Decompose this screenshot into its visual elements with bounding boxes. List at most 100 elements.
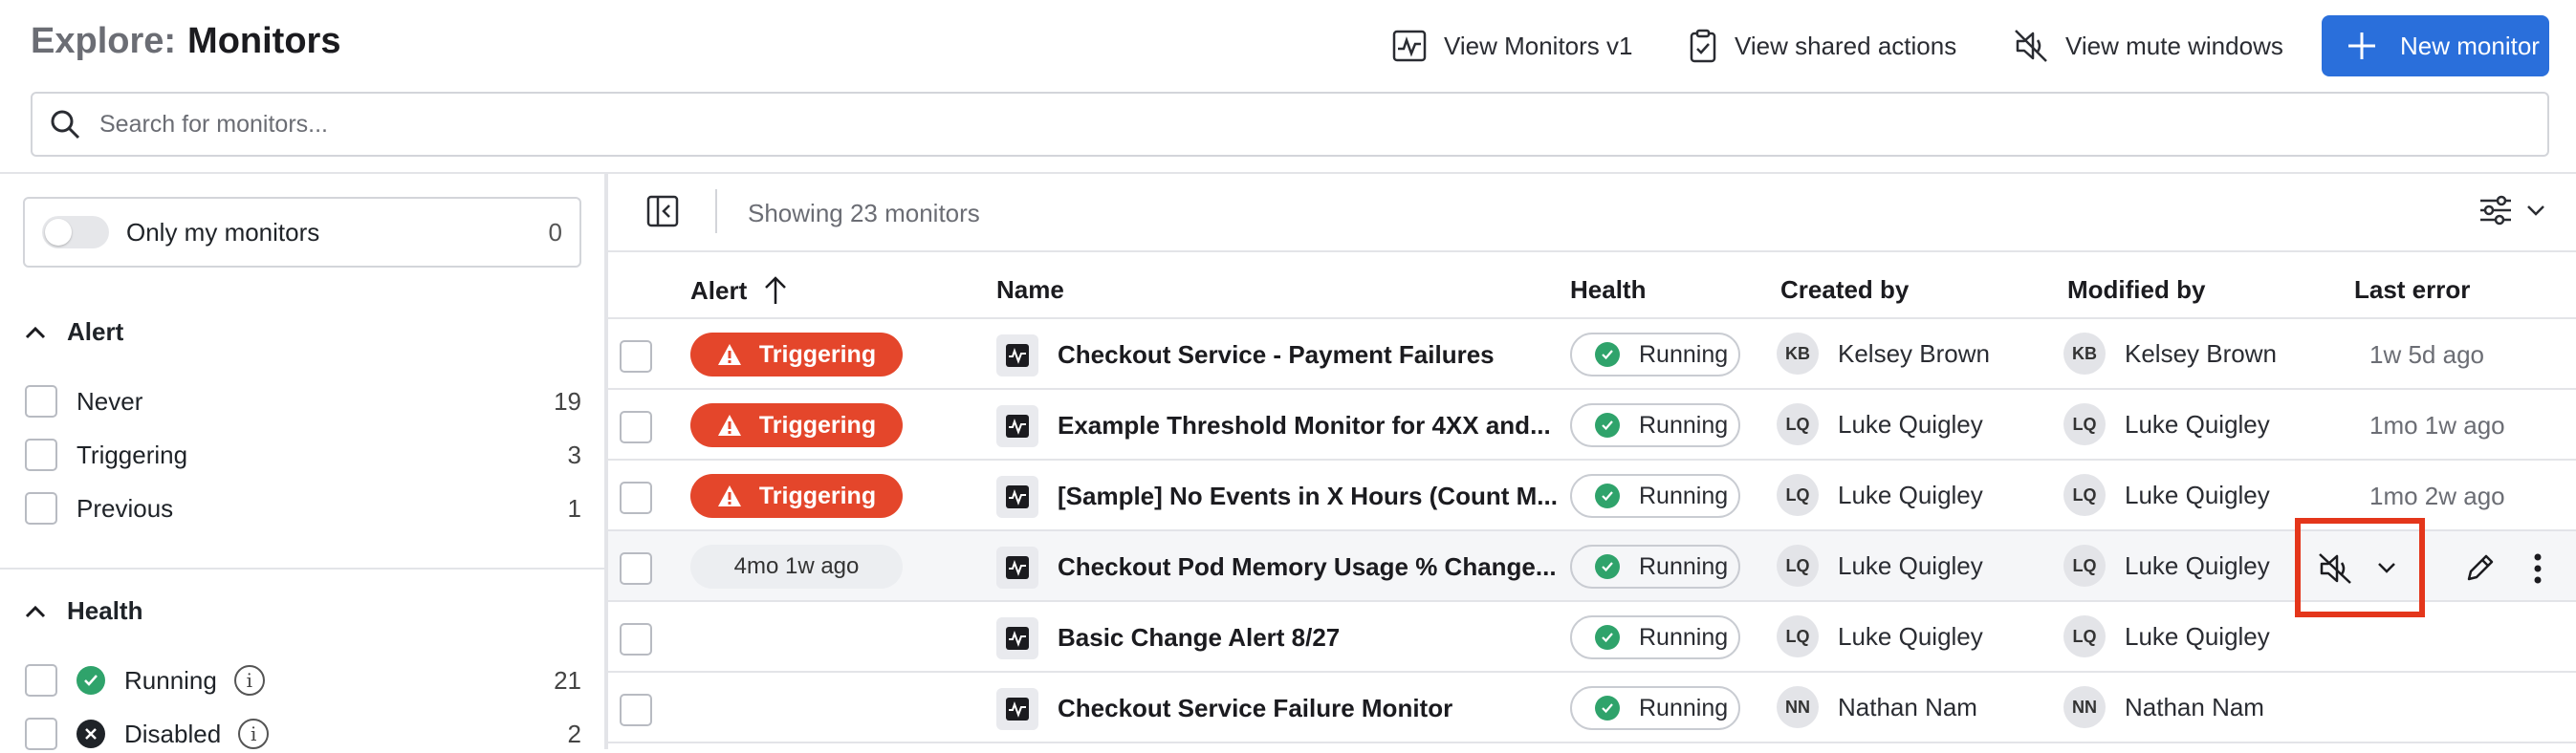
column-header-created-by[interactable]: Created by	[1780, 275, 1909, 305]
check-circle-icon	[1595, 554, 1620, 579]
view-mute-windows-button[interactable]: View mute windows	[2014, 25, 2283, 67]
chevron-down-icon[interactable]	[2377, 562, 2396, 573]
monitor-name-link[interactable]: Checkout Pod Memory Usage % Change...	[1058, 552, 1593, 582]
table-row[interactable]: Checkout Service Failure Monitor Running…	[608, 673, 2576, 743]
check-circle-icon	[1595, 342, 1620, 367]
monitor-name-link[interactable]: Checkout Service Failure Monitor	[1058, 694, 1593, 723]
avatar: LQ	[1777, 474, 1819, 516]
health-status-label: Running	[1639, 482, 1729, 509]
user-name: Luke Quigley	[1838, 409, 1983, 439]
user-name: Kelsey Brown	[2125, 338, 2277, 368]
column-header-label: Health	[1570, 275, 1647, 304]
alert-section-header[interactable]: Alert	[25, 317, 123, 347]
view-monitors-v1-button[interactable]: View Monitors v1	[1392, 25, 1633, 67]
monitor-name-link[interactable]: [Sample] No Events in X Hours (Count M..…	[1058, 482, 1593, 511]
user-name: Luke Quigley	[1838, 480, 1983, 509]
monitor-name-link[interactable]: Basic Change Alert 8/27	[1058, 623, 1593, 653]
column-header-last-error[interactable]: Last error	[2354, 275, 2470, 305]
page-title-prefix: Explore:	[31, 21, 177, 61]
info-icon[interactable]: i	[233, 665, 265, 696]
row-checkbox[interactable]	[620, 411, 652, 443]
checkbox[interactable]	[25, 385, 57, 418]
search-icon	[51, 110, 80, 140]
filter-alert-triggering[interactable]: Triggering 3	[25, 436, 581, 474]
alert-status-label: Triggering	[758, 482, 877, 509]
new-monitor-label: New monitor	[2400, 31, 2540, 60]
view-shared-actions-button[interactable]: View shared actions	[1689, 25, 1956, 67]
health-section-header[interactable]: Health	[25, 596, 142, 626]
filter-alert-previous[interactable]: Previous 1	[25, 489, 581, 527]
only-my-monitors-count: 0	[548, 217, 562, 247]
alert-status-label: Triggering	[758, 411, 877, 439]
monitors-table-panel: Showing 23 monitors Alert Name Health Cr…	[608, 174, 2576, 749]
created-by-user: LQ Luke Quigley	[1777, 615, 1983, 657]
filter-health-running[interactable]: Running i 21	[25, 661, 581, 699]
health-status-label: Running	[1639, 623, 1729, 651]
row-checkbox[interactable]	[620, 694, 652, 726]
checkbox[interactable]	[25, 664, 57, 697]
table-row[interactable]: Triggering [Sample] No Events in X Hours…	[608, 461, 2576, 531]
avatar: NN	[1777, 686, 1819, 728]
collapse-sidebar-icon[interactable]	[646, 195, 679, 227]
monitor-name-link[interactable]: Checkout Service - Payment Failures	[1058, 340, 1593, 370]
row-checkbox[interactable]	[620, 623, 652, 656]
table-row[interactable]: 4mo 1w ago Checkout Pod Memory Usage % C…	[608, 518, 2576, 617]
column-header-name[interactable]: Name	[996, 275, 1064, 305]
monitor-chart-icon	[1392, 30, 1427, 62]
health-status-badge: Running	[1570, 474, 1740, 518]
arrow-up-icon	[765, 276, 787, 304]
row-checkbox[interactable]	[620, 482, 652, 514]
check-circle-icon	[76, 666, 105, 695]
monitor-name-link[interactable]: Example Threshold Monitor for 4XX and...	[1058, 411, 1593, 441]
search-input[interactable]	[99, 110, 2490, 139]
avatar: LQ	[2063, 403, 2106, 445]
filter-label: Running	[124, 665, 217, 695]
new-monitor-button[interactable]: New monitor	[2322, 15, 2549, 76]
user-name: Nathan Nam	[1838, 692, 1977, 721]
user-name: Luke Quigley	[2125, 480, 2270, 509]
avatar: LQ	[1777, 615, 1819, 657]
health-section-title: Health	[67, 596, 143, 625]
info-icon[interactable]: i	[238, 719, 270, 749]
user-name: Luke Quigley	[1838, 550, 1983, 580]
filter-alert-never[interactable]: Never 19	[25, 382, 581, 420]
alert-section-title: Alert	[67, 317, 124, 346]
alert-status-badge: Triggering	[690, 403, 903, 447]
modified-by-user: LQ Luke Quigley	[2063, 403, 2270, 445]
modified-by-user: LQ Luke Quigley	[2063, 545, 2270, 587]
health-status-label: Running	[1639, 340, 1729, 368]
filter-sidebar: Only my monitors 0 Alert Never 19 Trigge…	[0, 174, 604, 750]
check-circle-icon	[1595, 625, 1620, 650]
column-header-health[interactable]: Health	[1570, 275, 1646, 305]
more-options-icon[interactable]	[2532, 552, 2543, 585]
view-shared-actions-label: View shared actions	[1735, 31, 1957, 60]
toggle-switch[interactable]	[42, 216, 109, 248]
column-header-alert[interactable]: Alert	[690, 275, 789, 306]
filter-health-disabled[interactable]: Disabled i 2	[25, 715, 581, 753]
table-row[interactable]: Triggering Example Threshold Monitor for…	[608, 390, 2576, 461]
avatar: KB	[2063, 333, 2106, 375]
health-status-label: Running	[1639, 411, 1729, 439]
column-header-label: Last error	[2354, 275, 2471, 304]
warning-icon	[717, 415, 741, 436]
avatar: LQ	[2063, 615, 2106, 657]
modified-by-user: NN Nathan Nam	[2063, 686, 2264, 728]
checkbox[interactable]	[25, 492, 57, 525]
user-name: Nathan Nam	[2125, 692, 2264, 721]
filter-count: 19	[554, 386, 581, 416]
row-checkbox[interactable]	[620, 552, 652, 585]
checkbox[interactable]	[25, 439, 57, 471]
health-status-badge: Running	[1570, 333, 1740, 376]
only-my-monitors-toggle[interactable]: Only my monitors 0	[23, 197, 581, 268]
column-settings-button[interactable]	[2478, 195, 2545, 226]
table-row[interactable]: Basic Change Alert 8/27 Running LQ Luke Q…	[608, 602, 2576, 673]
pencil-icon[interactable]	[2465, 552, 2496, 583]
mute-icon[interactable]	[2318, 552, 2352, 585]
column-header-modified-by[interactable]: Modified by	[2067, 275, 2205, 305]
table-row[interactable]: Triggering Checkout Service - Payment Fa…	[608, 319, 2576, 390]
created-by-user: LQ Luke Quigley	[1777, 474, 1983, 516]
user-name: Luke Quigley	[2125, 409, 2270, 439]
checkbox[interactable]	[25, 718, 57, 750]
row-checkbox[interactable]	[620, 340, 652, 373]
created-by-user: LQ Luke Quigley	[1777, 403, 1983, 445]
